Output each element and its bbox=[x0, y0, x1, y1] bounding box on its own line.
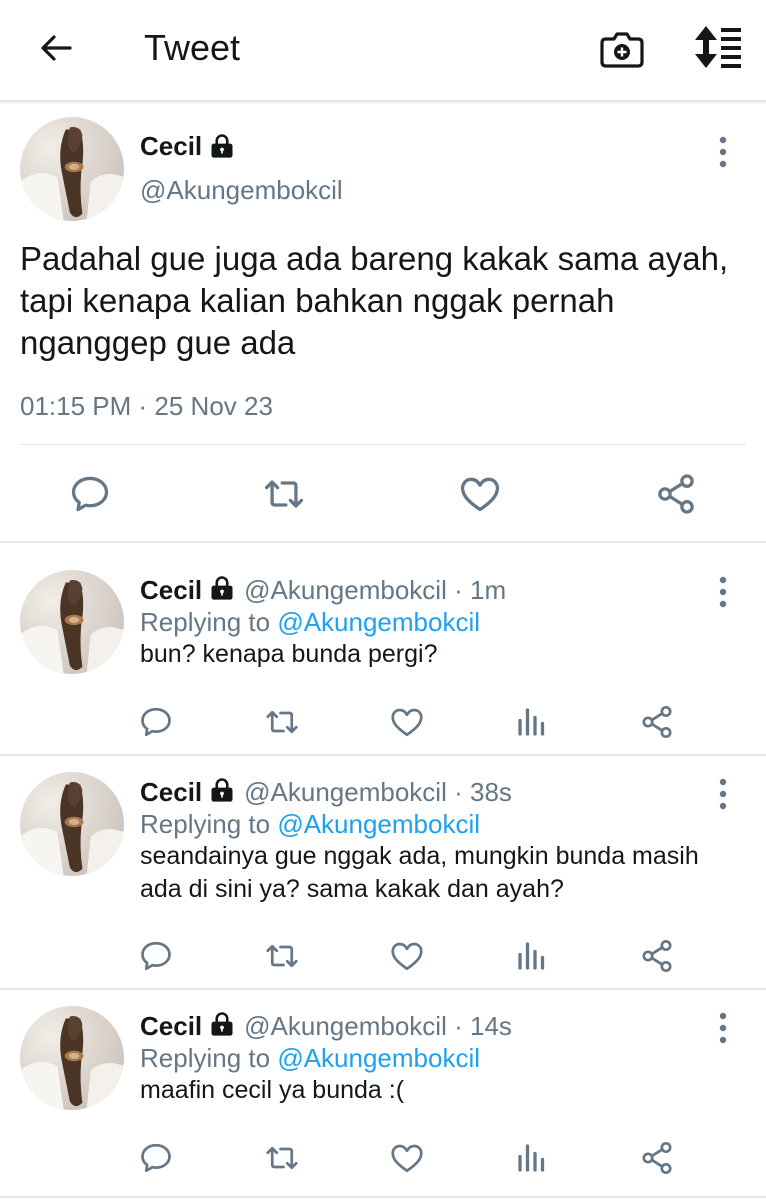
reply-tweet[interactable]: Cecil @Akungembokcil · 38s Replying to @A… bbox=[0, 756, 766, 988]
stats-icon[interactable] bbox=[514, 938, 550, 974]
share-icon[interactable] bbox=[639, 704, 675, 740]
share-icon[interactable] bbox=[639, 938, 675, 974]
avatar[interactable] bbox=[20, 772, 124, 876]
stats-icon[interactable] bbox=[514, 1140, 550, 1176]
lock-icon bbox=[208, 132, 236, 160]
divider bbox=[0, 541, 766, 543]
divider bbox=[0, 1196, 766, 1198]
user-handle[interactable]: @Akungembokcil bbox=[244, 575, 447, 605]
reply-header: Cecil @Akungembokcil · 1m bbox=[140, 574, 507, 605]
tweet-text: maafin cecil ya bunda :( bbox=[140, 1076, 405, 1104]
avatar[interactable] bbox=[20, 117, 124, 221]
more-options-icon[interactable] bbox=[706, 574, 740, 610]
reply-header: Cecil @Akungembokcil · 14s bbox=[140, 1010, 512, 1041]
tweet-text: bun? kenapa bunda pergi? bbox=[140, 640, 438, 668]
reply-time: 14s bbox=[469, 1011, 512, 1041]
sort-list-icon[interactable] bbox=[690, 24, 744, 70]
user-handle[interactable]: @Akungembokcil bbox=[140, 174, 343, 206]
camera-plus-icon[interactable] bbox=[598, 24, 646, 72]
like-icon[interactable] bbox=[389, 704, 425, 740]
retweet-icon[interactable] bbox=[264, 704, 300, 740]
replying-to-line: Replying to @Akungembokcil bbox=[140, 607, 481, 637]
like-icon[interactable] bbox=[458, 472, 502, 516]
user-display-name[interactable]: Cecil bbox=[140, 130, 202, 162]
header-divider bbox=[0, 100, 766, 104]
mention-link[interactable]: @Akungembokcil bbox=[277, 1043, 480, 1073]
user-display-name[interactable]: Cecil bbox=[140, 575, 202, 605]
reply-time: 1m bbox=[469, 575, 507, 605]
avatar[interactable] bbox=[20, 570, 124, 674]
tweet-timestamp: 01:15 PM · 25 Nov 23 bbox=[20, 391, 273, 421]
lock-icon bbox=[208, 1010, 236, 1038]
tweet-text: Padahal gue juga ada bareng kakak sama a… bbox=[20, 240, 729, 361]
retweet-icon[interactable] bbox=[264, 938, 300, 974]
share-icon[interactable] bbox=[639, 1140, 675, 1176]
reply-time: 38s bbox=[469, 777, 512, 807]
share-icon[interactable] bbox=[654, 472, 698, 516]
reply-tweet[interactable]: Cecil @Akungembokcil · 1m Replying to @Ak… bbox=[0, 554, 766, 754]
page-title: Tweet bbox=[144, 27, 241, 68]
like-icon[interactable] bbox=[389, 1140, 425, 1176]
stats-icon[interactable] bbox=[514, 704, 550, 740]
more-options-icon[interactable] bbox=[706, 134, 740, 170]
user-handle[interactable]: @Akungembokcil bbox=[244, 777, 447, 807]
more-options-icon[interactable] bbox=[706, 776, 740, 812]
mention-link[interactable]: @Akungembokcil bbox=[277, 607, 480, 637]
replying-to-line: Replying to @Akungembokcil bbox=[140, 809, 481, 839]
reply-icon[interactable] bbox=[138, 1140, 174, 1176]
like-icon[interactable] bbox=[389, 938, 425, 974]
top-app-bar: Tweet bbox=[0, 0, 766, 100]
more-options-icon[interactable] bbox=[706, 1010, 740, 1046]
reply-icon[interactable] bbox=[138, 938, 174, 974]
replying-to-line: Replying to @Akungembokcil bbox=[140, 1043, 481, 1073]
retweet-icon[interactable] bbox=[262, 472, 306, 516]
lock-icon bbox=[208, 574, 236, 602]
reply-icon[interactable] bbox=[68, 472, 112, 516]
user-display-name[interactable]: Cecil bbox=[140, 777, 202, 807]
user-display-name[interactable]: Cecil bbox=[140, 1011, 202, 1041]
retweet-icon[interactable] bbox=[264, 1140, 300, 1176]
tweet-text: seandainya gue nggak ada, mungkin bunda … bbox=[140, 842, 699, 903]
arrow-left-icon[interactable] bbox=[36, 28, 76, 68]
user-handle[interactable]: @Akungembokcil bbox=[244, 1011, 447, 1041]
mention-link[interactable]: @Akungembokcil bbox=[277, 809, 480, 839]
reply-header: Cecil @Akungembokcil · 38s bbox=[140, 776, 512, 807]
reply-icon[interactable] bbox=[138, 704, 174, 740]
avatar[interactable] bbox=[20, 1006, 124, 1110]
reply-tweet[interactable]: Cecil @Akungembokcil · 14s Replying to @A… bbox=[0, 990, 766, 1195]
divider bbox=[20, 444, 746, 445]
lock-icon bbox=[208, 776, 236, 804]
